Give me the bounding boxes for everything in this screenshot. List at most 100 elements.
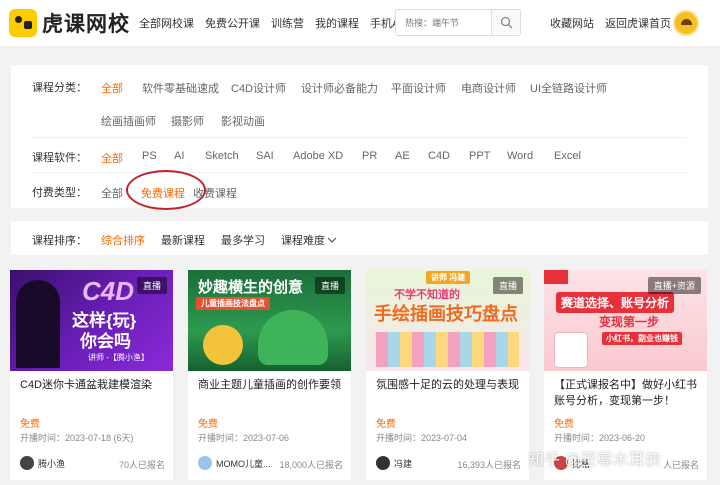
software-option[interactable]: AI bbox=[174, 150, 184, 162]
search-input[interactable] bbox=[396, 10, 492, 35]
teacher-info: MOMO儿童... bbox=[198, 456, 271, 470]
teacher-name: 腾小渔 bbox=[38, 458, 66, 469]
watermark: 知乎 @至尊木耳侠 bbox=[528, 452, 661, 469]
top-header: 虎课网校 全部网校课 免费公开课 训练营 我的课程 手机APP 收藏网站 返回虎… bbox=[0, 0, 720, 46]
category-option[interactable]: 软件零基础速成 bbox=[142, 80, 219, 96]
sort-option-popular[interactable]: 最多学习 bbox=[221, 232, 265, 248]
chevron-down-icon bbox=[327, 237, 337, 243]
category-option[interactable]: 电商设计师 bbox=[461, 80, 516, 96]
course-thumbnail: 讲师 冯建 不学不知道的 手绘插画技巧盘点 直播 bbox=[366, 270, 529, 371]
thumb-text: 儿童插画技法盘点 bbox=[196, 297, 270, 310]
category-option[interactable]: 设计师必备能力 bbox=[301, 80, 378, 96]
software-option[interactable]: Word bbox=[507, 150, 533, 162]
tiger-logo-icon bbox=[9, 9, 37, 37]
search-button[interactable] bbox=[491, 10, 520, 35]
teacher-figure bbox=[16, 280, 60, 368]
filter-panel: 课程分类： 全部 软件零基础速成 C4D设计师 设计师必备能力 平面设计师 电商… bbox=[11, 65, 708, 208]
course-date: 开播时间：2023-07-04 bbox=[376, 433, 468, 443]
site-logo[interactable]: 虎课网校 bbox=[9, 8, 130, 38]
teacher-avatar bbox=[20, 456, 34, 470]
thumb-text: 你会吗 bbox=[80, 332, 131, 351]
teacher-info: 腾小渔 bbox=[20, 456, 65, 470]
software-filter-row: 课程软件： 全部 PS AI Sketch SAI Adobe XD PR AE… bbox=[11, 149, 701, 165]
software-option[interactable]: PR bbox=[362, 150, 377, 162]
divider bbox=[32, 172, 687, 173]
course-thumbnail: 妙趣横生的创意 儿童插画技法盘点 直播 bbox=[188, 270, 351, 371]
sort-option-difficulty[interactable]: 课程难度 bbox=[281, 232, 337, 248]
category-option[interactable]: C4D设计师 bbox=[231, 80, 286, 96]
course-price: 免费 bbox=[376, 419, 396, 430]
payment-option-all[interactable]: 全部 bbox=[101, 185, 123, 201]
payment-filter-row: 付费类型： 全部 免费课程 收费课程 bbox=[11, 184, 701, 200]
qr-code-image bbox=[554, 332, 588, 368]
course-price: 免费 bbox=[20, 419, 40, 430]
software-option[interactable]: C4D bbox=[428, 150, 450, 162]
category-option[interactable]: UI全链路设计师 bbox=[530, 80, 607, 96]
enroll-count: 18,000人已报名 bbox=[279, 460, 343, 470]
search-box bbox=[395, 9, 521, 36]
thumb-text: C4D bbox=[82, 276, 135, 306]
category-options-wrap: 绘画插画师 摄影师 影视动画 bbox=[101, 113, 701, 129]
teacher-name: 冯建 bbox=[394, 458, 413, 469]
category-option[interactable]: 全部 bbox=[101, 80, 123, 96]
header-links: 收藏网站 返回虎课首页 bbox=[550, 15, 682, 31]
sort-bar: 课程排序： 综合排序 最新课程 最多学习 课程难度 bbox=[11, 221, 708, 255]
category-option[interactable]: 影视动画 bbox=[221, 113, 265, 129]
search-icon bbox=[500, 16, 513, 29]
user-avatar[interactable] bbox=[673, 10, 699, 36]
category-filter-row: 课程分类： 全部 软件零基础速成 C4D设计师 设计师必备能力 平面设计师 电商… bbox=[11, 79, 701, 95]
software-option[interactable]: Sketch bbox=[205, 150, 239, 162]
logo-text: 虎课网校 bbox=[42, 13, 130, 36]
illustration-shape bbox=[203, 325, 243, 365]
course-title[interactable]: 【正式课报名中】做好小红书账号分析，变现第一步！ bbox=[554, 377, 702, 409]
course-title[interactable]: C4D迷你卡通盆栽建模渲染 bbox=[20, 377, 168, 393]
thumb-text: 讲师 -【腾小渔】 bbox=[88, 353, 149, 362]
course-card[interactable]: C4D 这样{玩} 你会吗 讲师 -【腾小渔】 直播 C4D迷你卡通盆栽建模渲染… bbox=[10, 270, 173, 480]
course-thumbnail: 赛道选择、账号分析 变现第一步 小红书，副业也赚钱 直播+资源 bbox=[544, 270, 707, 371]
thumb-text: 手绘插画技巧盘点 bbox=[374, 304, 518, 324]
software-option[interactable]: Adobe XD bbox=[293, 150, 343, 162]
thumb-text: 小红书，副业也赚钱 bbox=[602, 332, 682, 345]
software-option[interactable]: Excel bbox=[554, 150, 581, 162]
course-card[interactable]: 讲师 冯建 不学不知道的 手绘插画技巧盘点 直播 氛围感十足的云的处理与表现 免… bbox=[366, 270, 529, 480]
software-option[interactable]: AE bbox=[395, 150, 410, 162]
software-option[interactable]: PS bbox=[142, 150, 157, 162]
course-price: 免费 bbox=[554, 419, 574, 430]
bookmark-site-link[interactable]: 收藏网站 bbox=[550, 15, 594, 31]
teacher-avatar bbox=[376, 456, 390, 470]
software-label: 课程软件： bbox=[32, 152, 87, 164]
course-card[interactable]: 妙趣横生的创意 儿童插画技法盘点 直播 商业主题儿童插画的创作要领 免费 开播时… bbox=[188, 270, 351, 480]
live-badge: 直播+资源 bbox=[647, 277, 701, 294]
payment-label: 付费类型： bbox=[32, 187, 87, 199]
nav-bootcamp[interactable]: 训练营 bbox=[271, 15, 304, 31]
sort-option-comprehensive[interactable]: 综合排序 bbox=[101, 232, 145, 248]
teacher-avatar bbox=[198, 456, 212, 470]
category-option[interactable]: 绘画插画师 bbox=[101, 113, 156, 129]
back-home-link[interactable]: 返回虎课首页 bbox=[605, 15, 671, 31]
thumb-text: 妙趣横生的创意 bbox=[198, 279, 304, 296]
sort-label: 课程排序： bbox=[32, 235, 87, 247]
software-option[interactable]: 全部 bbox=[101, 150, 123, 166]
sort-option-newest[interactable]: 最新课程 bbox=[161, 232, 205, 248]
category-option[interactable]: 平面设计师 bbox=[391, 80, 446, 96]
course-title[interactable]: 氛围感十足的云的处理与表现 bbox=[376, 377, 524, 393]
thumb-text: 变现第一步 bbox=[599, 315, 660, 329]
nav-free-courses[interactable]: 免费公开课 bbox=[205, 15, 260, 31]
live-badge: 直播 bbox=[492, 277, 523, 294]
category-option[interactable]: 摄影师 bbox=[171, 113, 204, 129]
course-date: 开播时间：2023-07-18 (6天) bbox=[20, 433, 134, 443]
sort-difficulty-label: 课程难度 bbox=[281, 235, 325, 247]
course-title[interactable]: 商业主题儿童插画的创作要领 bbox=[198, 377, 346, 393]
nav-all-courses[interactable]: 全部网校课 bbox=[139, 15, 194, 31]
live-badge: 直播 bbox=[314, 277, 345, 294]
divider bbox=[32, 137, 687, 138]
teacher-info: 冯建 bbox=[376, 456, 412, 470]
software-option[interactable]: SAI bbox=[256, 150, 274, 162]
thumb-text: 讲师 冯建 bbox=[426, 271, 471, 284]
software-option[interactable]: PPT bbox=[469, 150, 490, 162]
nav-my-courses[interactable]: 我的课程 bbox=[315, 15, 359, 31]
live-badge: 直播 bbox=[136, 277, 167, 294]
crowd-illustration bbox=[376, 332, 519, 367]
course-date: 开播时间：2023-07-06 bbox=[198, 433, 290, 443]
main-nav: 全部网校课 免费公开课 训练营 我的课程 手机APP bbox=[139, 15, 425, 31]
